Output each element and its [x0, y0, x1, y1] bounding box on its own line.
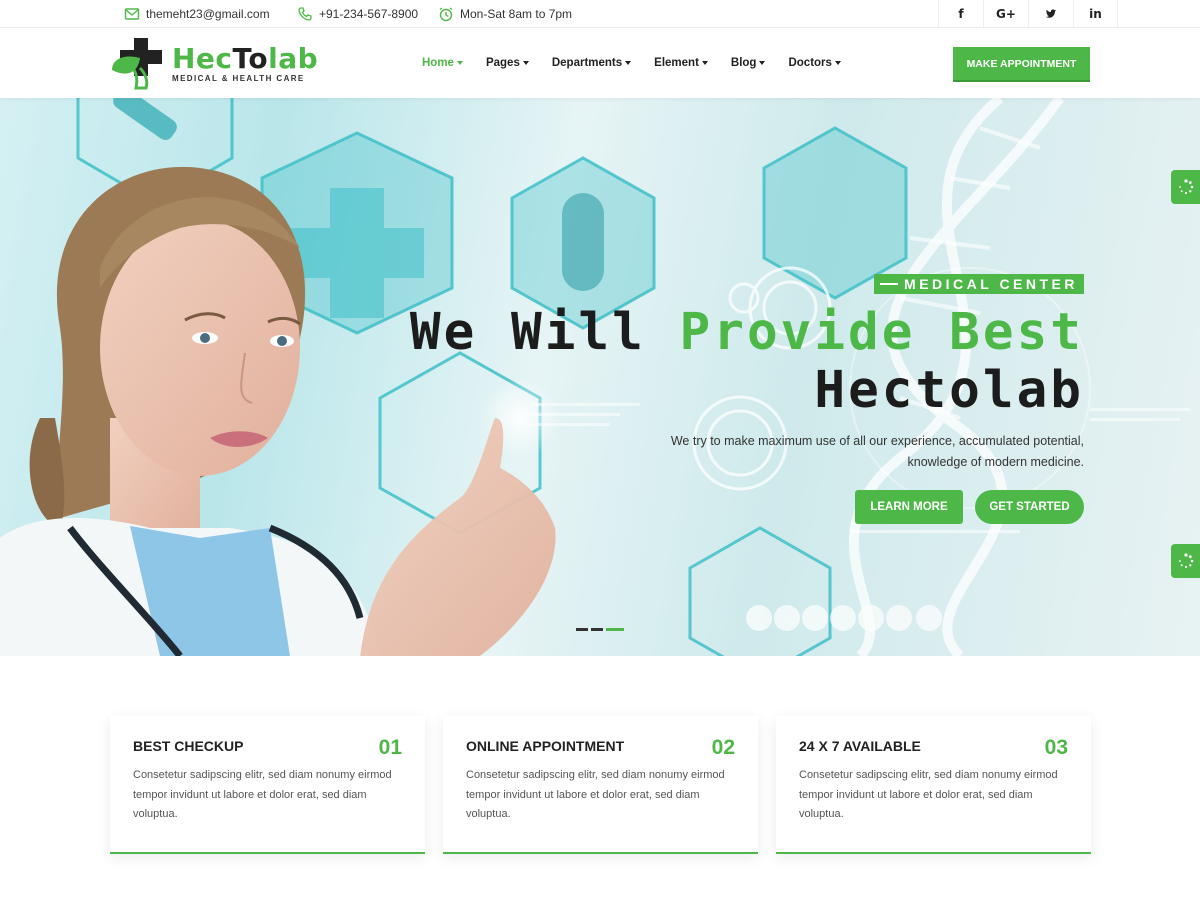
- envelope-icon: [124, 8, 140, 20]
- main-header: HecTolab MEDICAL & HEALTH CARE Home Page…: [0, 28, 1200, 98]
- color-panel-toggle[interactable]: [1171, 544, 1200, 578]
- twitter-icon[interactable]: [1028, 0, 1073, 28]
- hours-info: Mon-Sat 8am to 7pm: [438, 0, 572, 28]
- email-text: themeht23@gmail.com: [146, 7, 270, 21]
- caret-down-icon: [759, 61, 766, 65]
- nav-item-home[interactable]: Home: [422, 57, 463, 69]
- caret-down-icon: [522, 61, 529, 65]
- phone-info[interactable]: +91-234-567-8900: [297, 0, 418, 28]
- spinner-icon: [1178, 553, 1193, 569]
- slider-dot[interactable]: [591, 628, 603, 631]
- caret-down-icon: [625, 61, 632, 65]
- facebook-icon[interactable]: f: [938, 0, 983, 28]
- feature-title: 24 X 7 AVAILABLE: [799, 738, 921, 754]
- brand-name-part: To: [232, 42, 269, 75]
- feature-card: 24 X 7 AVAILABLE 03 Consetetur sadipscin…: [776, 716, 1091, 854]
- nav-label: Blog: [730, 57, 757, 69]
- nav-label: Departments: [551, 57, 623, 69]
- phone-text: +91-234-567-8900: [319, 7, 419, 21]
- hero-tagline: MEDICAL CENTER: [874, 274, 1084, 294]
- nav-item-doctors[interactable]: Doctors: [788, 57, 841, 69]
- nav-item-departments[interactable]: Departments: [551, 57, 632, 69]
- google-plus-icon[interactable]: G+: [983, 0, 1028, 28]
- feature-number: 02: [711, 736, 735, 759]
- hero-title-line2: Hectolab: [814, 361, 1084, 420]
- feature-number: 03: [1044, 736, 1068, 759]
- nav-item-blog[interactable]: Blog: [731, 57, 766, 69]
- hero-title: We Will Provide Best Hectolab: [410, 304, 1084, 420]
- nav-label: Element: [654, 57, 699, 69]
- make-appointment-button[interactable]: MAKE APPOINTMENT: [953, 47, 1090, 82]
- brand-name-part: lab: [268, 42, 319, 75]
- feature-text: Consetetur sadipscing elitr, sed diam no…: [133, 769, 392, 820]
- brand-tagline: MEDICAL & HEALTH CARE: [172, 74, 305, 83]
- slider-pagination: [576, 628, 627, 631]
- nav-label: Pages: [485, 57, 520, 69]
- nav-item-element[interactable]: Element: [654, 57, 708, 69]
- feature-title: BEST CHECKUP: [133, 738, 244, 754]
- main-nav: Home Pages Departments Element Blog Doct…: [422, 28, 864, 98]
- top-bar: themeht23@gmail.com +91-234-567-8900 Mon…: [0, 0, 1200, 28]
- feature-text: Consetetur sadipscing elitr, sed diam no…: [466, 769, 725, 820]
- brand-name: HecTolab: [172, 42, 318, 75]
- hero-description: We try to make maximum use of all our ex…: [670, 434, 1084, 469]
- hero-slider: MEDICAL CENTER We Will Provide Best Hect…: [0, 98, 1200, 656]
- nav-label: Doctors: [788, 57, 832, 69]
- caret-down-icon: [456, 61, 463, 65]
- feature-cards: BEST CHECKUP 01 Consetetur sadipscing el…: [110, 716, 1091, 854]
- medical-cross-leaf-icon: [112, 38, 162, 90]
- learn-more-button[interactable]: LEARN MORE: [855, 490, 963, 524]
- get-started-button[interactable]: GET STARTED: [975, 490, 1084, 524]
- feature-card: BEST CHECKUP 01 Consetetur sadipscing el…: [110, 716, 425, 854]
- feature-card: ONLINE APPOINTMENT 02 Consetetur sadipsc…: [443, 716, 758, 854]
- alarm-clock-icon: [439, 7, 453, 22]
- caret-down-icon: [834, 61, 841, 65]
- linkedin-icon[interactable]: in: [1073, 0, 1118, 28]
- hours-text: Mon-Sat 8am to 7pm: [460, 7, 573, 21]
- slider-dot[interactable]: [576, 628, 588, 631]
- social-links: f G+ in: [938, 0, 1118, 28]
- feature-number: 01: [378, 736, 402, 759]
- hero-title-highlight: Provide Best: [679, 303, 1084, 362]
- nav-label: Home: [422, 57, 454, 69]
- brand-name-part: Hec: [172, 42, 233, 75]
- settings-panel-toggle[interactable]: [1171, 170, 1200, 204]
- hero-title-plain: We Will: [409, 303, 680, 362]
- spinner-icon: [1178, 179, 1193, 195]
- brand-logo[interactable]: HecTolab MEDICAL & HEALTH CARE: [110, 38, 318, 93]
- phone-icon: [298, 7, 312, 21]
- caret-down-icon: [701, 61, 708, 65]
- email-info[interactable]: themeht23@gmail.com: [124, 0, 270, 28]
- feature-title: ONLINE APPOINTMENT: [466, 738, 625, 754]
- nav-item-pages[interactable]: Pages: [486, 57, 529, 69]
- slider-dot-active[interactable]: [606, 628, 624, 631]
- feature-text: Consetetur sadipscing elitr, sed diam no…: [799, 769, 1058, 820]
